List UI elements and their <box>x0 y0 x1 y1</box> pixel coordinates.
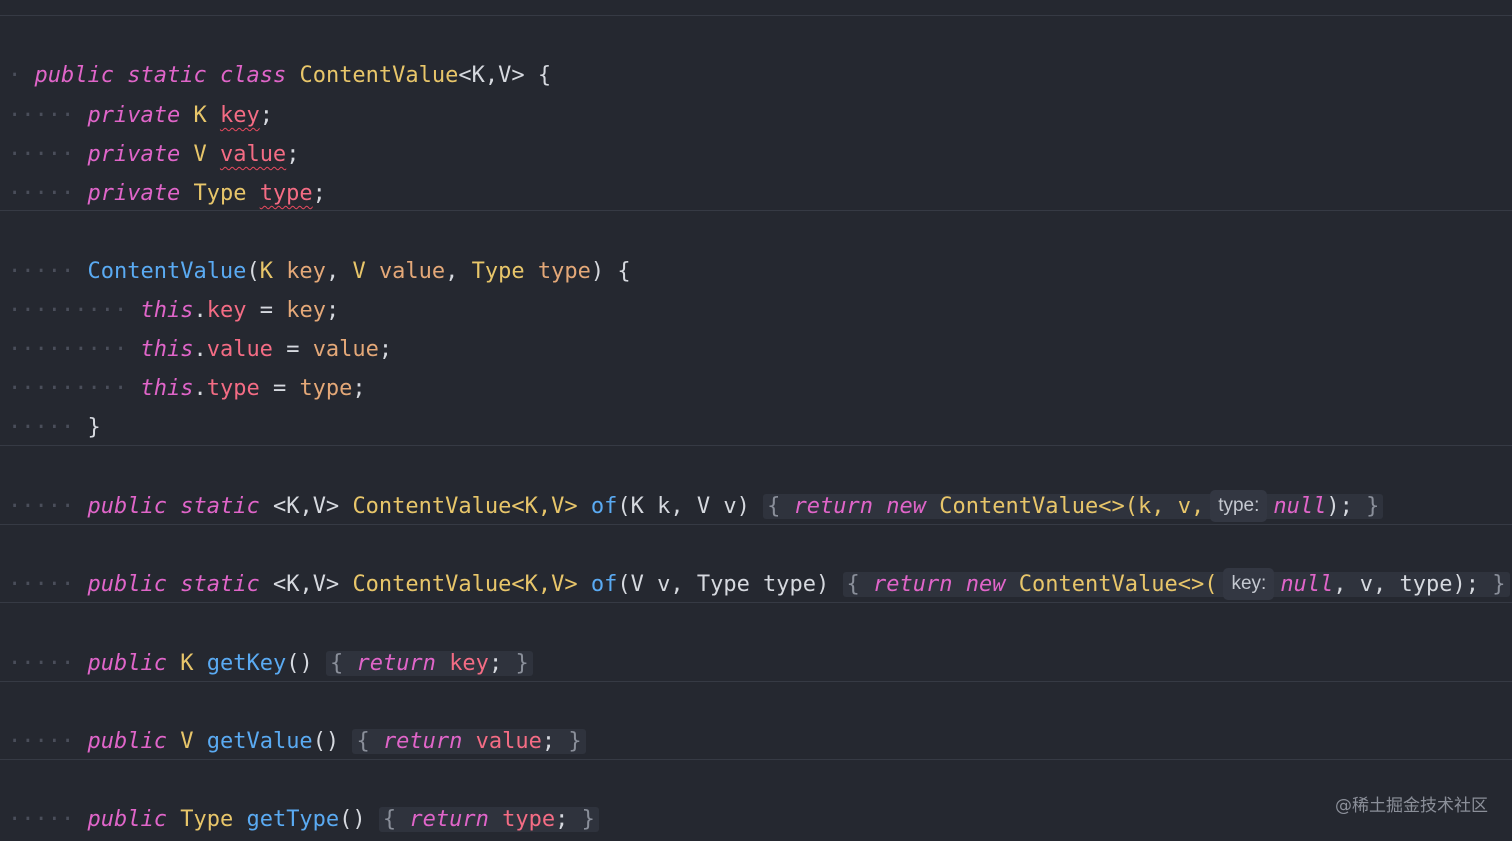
field-ref: type <box>206 376 260 401</box>
keyword-null: null <box>1273 494 1327 519</box>
field-ref: type <box>502 807 556 832</box>
code-line-field-type[interactable]: ····· private Type type; <box>8 135 326 206</box>
code-line-assign-value[interactable]: ········· this.value = value; <box>8 291 392 362</box>
keyword-public: public <box>87 729 167 754</box>
parameter-hint: key: <box>1223 568 1275 600</box>
constructor-call: ContentValue<>( <box>1018 572 1218 597</box>
generic-params: <K,V> <box>272 494 340 519</box>
brace-open: { <box>537 63 552 88</box>
code-line-class-close[interactable]: · } <box>8 800 48 839</box>
keyword-this: this <box>140 376 194 401</box>
method-params: () <box>339 807 366 832</box>
keyword-return: return <box>409 807 489 832</box>
param-type: V <box>352 259 366 284</box>
field-ref: key <box>449 651 489 676</box>
keyword-return: return <box>793 494 874 519</box>
generic-params: <K,V> <box>458 63 525 88</box>
code-line-constructor[interactable]: ····· ContentValue(K key, V value, Type … <box>8 213 631 284</box>
param-ref: type <box>299 376 353 401</box>
folded-body[interactable]: { return new ContentValue<>(k, v, type: nu… <box>763 490 1384 522</box>
method-params: (V v, Type type) <box>617 572 830 597</box>
brace-close: } <box>87 415 101 440</box>
keyword-null: null <box>1280 572 1334 597</box>
return-type: Type <box>180 807 234 832</box>
paren-close: ) <box>590 259 605 284</box>
keyword-new: new <box>965 572 1006 597</box>
code-line-class-declaration[interactable]: · public static class ContentValue<K,V> … <box>8 17 551 88</box>
keyword-return: return <box>382 729 463 754</box>
method-separator <box>0 445 1512 446</box>
indent-whitespace: ····· <box>8 651 75 676</box>
folded-body[interactable]: { return type; } <box>378 807 599 832</box>
method-params: () <box>286 651 313 676</box>
method-params: (K k, V v) <box>617 494 750 519</box>
keyword-public: public <box>87 494 167 519</box>
constructor-call: ContentValue<>(k, v, <box>939 494 1205 519</box>
method-name-of[interactable]: of <box>591 572 618 597</box>
method-params: () <box>312 729 340 754</box>
keyword-public: public <box>87 572 167 597</box>
keyword-private: private <box>87 181 181 206</box>
watermark: @稀土掘金技术社区 <box>1335 796 1488 816</box>
method-name-getkey[interactable]: getKey <box>207 651 286 676</box>
indent-whitespace: ····· <box>8 494 75 519</box>
folded-body[interactable]: { return key; } <box>325 651 533 676</box>
field-name-type[interactable]: type <box>260 181 313 206</box>
semicolon: ; <box>312 181 326 206</box>
keyword-static: static <box>180 494 260 519</box>
method-name-gettype[interactable]: getType <box>246 807 339 832</box>
code-line-of-method-1[interactable]: ····· public static <K,V> ContentValue<K… <box>8 448 1384 522</box>
keyword-return: return <box>356 651 436 676</box>
return-type: ContentValue<K,V> <box>352 572 578 597</box>
folded-body[interactable]: { return new ContentValue<>(key: null, v,… <box>842 568 1510 600</box>
code-line-getter-key[interactable]: ····· public K getKey() { return key; } <box>8 605 533 676</box>
folded-body[interactable]: { return value; } <box>352 729 586 754</box>
code-line-constructor-close[interactable]: ····· } <box>8 369 101 440</box>
method-name-getvalue[interactable]: getValue <box>207 729 313 754</box>
method-separator <box>0 15 1512 16</box>
field-ref: value <box>475 729 542 754</box>
keyword-public: public <box>87 807 167 832</box>
parameter-hint: type: <box>1210 490 1268 522</box>
code-line-getter-value[interactable]: ····· public V getValue() { return value… <box>8 683 586 754</box>
code-line-getter-type[interactable]: ····· public Type getType() { return typ… <box>8 761 599 832</box>
code-line-of-method-2[interactable]: ····· public static <K,V> ContentValue<K… <box>8 526 1510 600</box>
indent-whitespace: ····· <box>8 181 75 206</box>
return-type: K <box>180 651 194 676</box>
keyword-new: new <box>886 494 927 519</box>
keyword-static: static <box>180 572 260 597</box>
code-line-field-value[interactable]: ····· private V value; <box>8 96 299 167</box>
class-name[interactable]: ContentValue <box>299 63 458 88</box>
code-line-assign-key[interactable]: ········· this.key = key; <box>8 252 339 323</box>
field-type: Type <box>193 181 247 206</box>
brace-open: { <box>617 259 631 284</box>
param-name: value <box>378 259 446 284</box>
code-line-assign-type[interactable]: ········· this.type = type; <box>8 330 366 401</box>
indent-whitespace: ····· <box>8 415 75 440</box>
return-type: V <box>180 729 194 754</box>
method-name-of[interactable]: of <box>591 494 618 519</box>
indent-whitespace: ····· <box>8 572 75 597</box>
statement-end: ); <box>1326 494 1353 519</box>
keyword-public: public <box>87 651 167 676</box>
statement-end: , v, type); <box>1333 572 1479 597</box>
param-type: Type <box>471 259 525 284</box>
keyword-return: return <box>873 572 953 597</box>
code-line-field-key[interactable]: ····· private K key; <box>8 57 273 128</box>
return-type: ContentValue<K,V> <box>352 494 578 519</box>
param-name: type <box>537 259 591 284</box>
generic-params: <K,V> <box>272 572 340 597</box>
code-editor[interactable]: · public static class ContentValue<K,V> … <box>0 0 1512 841</box>
indent-whitespace: ····· <box>8 729 75 754</box>
